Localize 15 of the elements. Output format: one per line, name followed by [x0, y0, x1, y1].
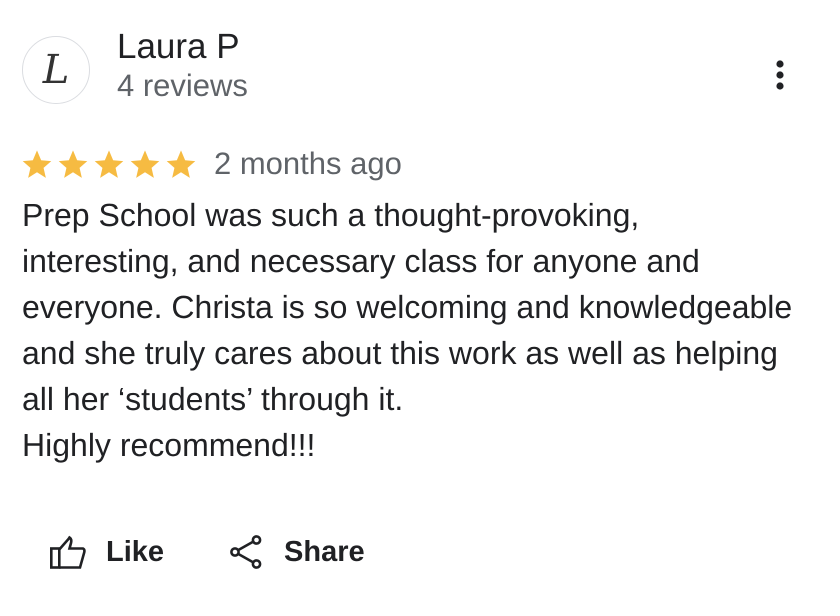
review-text: Prep School was such a thought-provoking, interesting, and necessary class for anyone and everyone. Christa is so welcoming and knowledgeable and she truly cares about this work as well as helping all her ‘students’ through it. Highly recommend!!! [22, 196, 794, 465]
share-button[interactable]: Share [228, 534, 365, 570]
filled-star-icon [130, 149, 160, 179]
filled-star-icon [22, 149, 52, 179]
review-date: 2 months ago [214, 145, 402, 183]
review-count[interactable]: 4 reviews [117, 67, 248, 105]
share-icon [228, 535, 264, 569]
filled-star-icon [58, 149, 88, 179]
avatar: L [22, 36, 90, 104]
filled-star-icon [94, 149, 124, 179]
more-options-icon[interactable] [776, 60, 784, 90]
filled-star-icon [166, 149, 196, 179]
thumbs-up-icon [50, 535, 86, 569]
reviewer-name[interactable]: Laura P [117, 27, 240, 67]
like-button[interactable]: Like [50, 534, 164, 570]
